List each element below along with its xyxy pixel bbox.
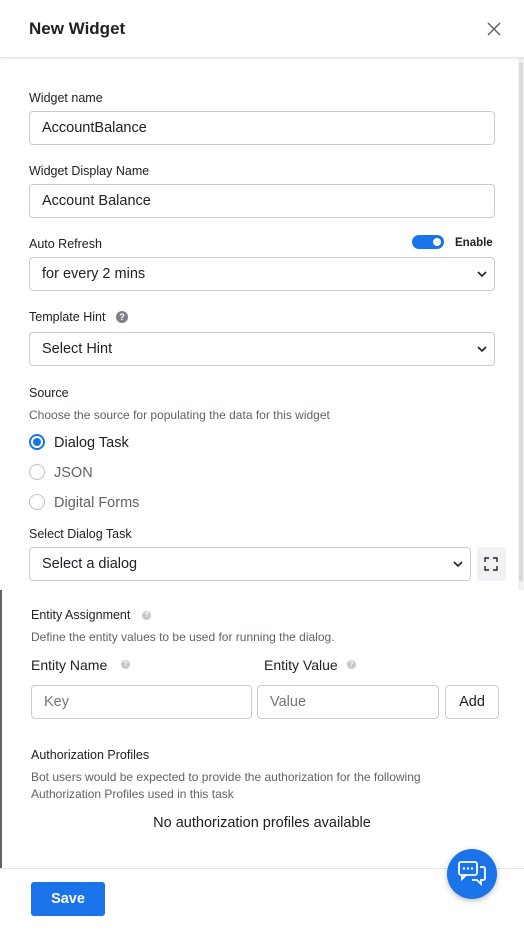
chevron-down-icon — [453, 561, 463, 568]
radio-digital-forms-label[interactable]: Digital Forms — [54, 495, 139, 511]
chat-button[interactable] — [447, 849, 497, 899]
dialog-task-select[interactable]: Select a dialog — [29, 547, 471, 581]
chevron-down-icon — [477, 346, 487, 353]
auto-refresh-selected: for every 2 mins — [42, 266, 146, 282]
source-description: Choose the source for populating the dat… — [29, 408, 330, 422]
source-label: Source — [29, 386, 69, 400]
radio-dialog-task[interactable] — [29, 434, 45, 450]
entity-name-label: Entity Name — [31, 657, 108, 673]
entity-value-input[interactable] — [257, 685, 439, 719]
template-hint-select[interactable]: Select Hint — [29, 332, 495, 366]
auto-refresh-label: Auto Refresh — [29, 237, 102, 251]
entity-key-input[interactable] — [31, 685, 252, 719]
add-entity-button[interactable]: Add — [445, 685, 499, 719]
display-name-label: Widget Display Name — [29, 164, 150, 178]
auto-refresh-toggle[interactable] — [412, 235, 444, 249]
expand-button[interactable] — [477, 547, 506, 581]
help-icon[interactable]: ? — [116, 311, 128, 323]
toggle-enable-label: Enable — [455, 237, 493, 249]
entity-value-label: Entity Value — [264, 657, 338, 673]
template-hint-selected: Select Hint — [42, 341, 113, 357]
panel-title: New Widget — [29, 19, 126, 38]
template-hint-label: Template Hint — [29, 310, 106, 324]
chat-icon — [458, 861, 486, 887]
display-name-input[interactable] — [29, 184, 495, 218]
widget-name-input[interactable] — [29, 111, 495, 145]
scrollbar-thumb[interactable] — [519, 62, 523, 582]
entity-assignment-description: Define the entity values to be used for … — [31, 630, 335, 644]
radio-json-label[interactable]: JSON — [54, 465, 93, 481]
toggle-knob — [433, 238, 441, 246]
help-icon[interactable]: ? — [347, 660, 356, 669]
radio-json[interactable] — [29, 464, 45, 480]
help-icon[interactable]: ? — [142, 611, 151, 620]
panel-header: New Widget — [0, 0, 524, 58]
dialog-task-label: Select Dialog Task — [29, 527, 132, 541]
dialog-task-selected: Select a dialog — [42, 556, 138, 572]
authorization-empty-text: No authorization profiles available — [153, 815, 371, 831]
auto-refresh-select[interactable]: for every 2 mins — [29, 257, 495, 291]
widget-name-label: Widget name — [29, 91, 103, 105]
help-icon[interactable]: ? — [121, 660, 130, 669]
entity-assignment-label: Entity Assignment — [31, 608, 131, 622]
authorization-label: Authorization Profiles — [31, 748, 150, 762]
save-button[interactable]: Save — [31, 882, 105, 916]
chevron-down-icon — [477, 271, 487, 278]
fullscreen-icon — [484, 557, 498, 571]
authorization-description-1: Bot users would be expected to provide t… — [31, 770, 421, 784]
close-icon[interactable] — [486, 21, 502, 37]
radio-dialog-task-label[interactable]: Dialog Task — [54, 435, 129, 451]
radio-digital-forms[interactable] — [29, 494, 45, 510]
authorization-description-2: Authorization Profiles used in this task — [31, 787, 234, 801]
